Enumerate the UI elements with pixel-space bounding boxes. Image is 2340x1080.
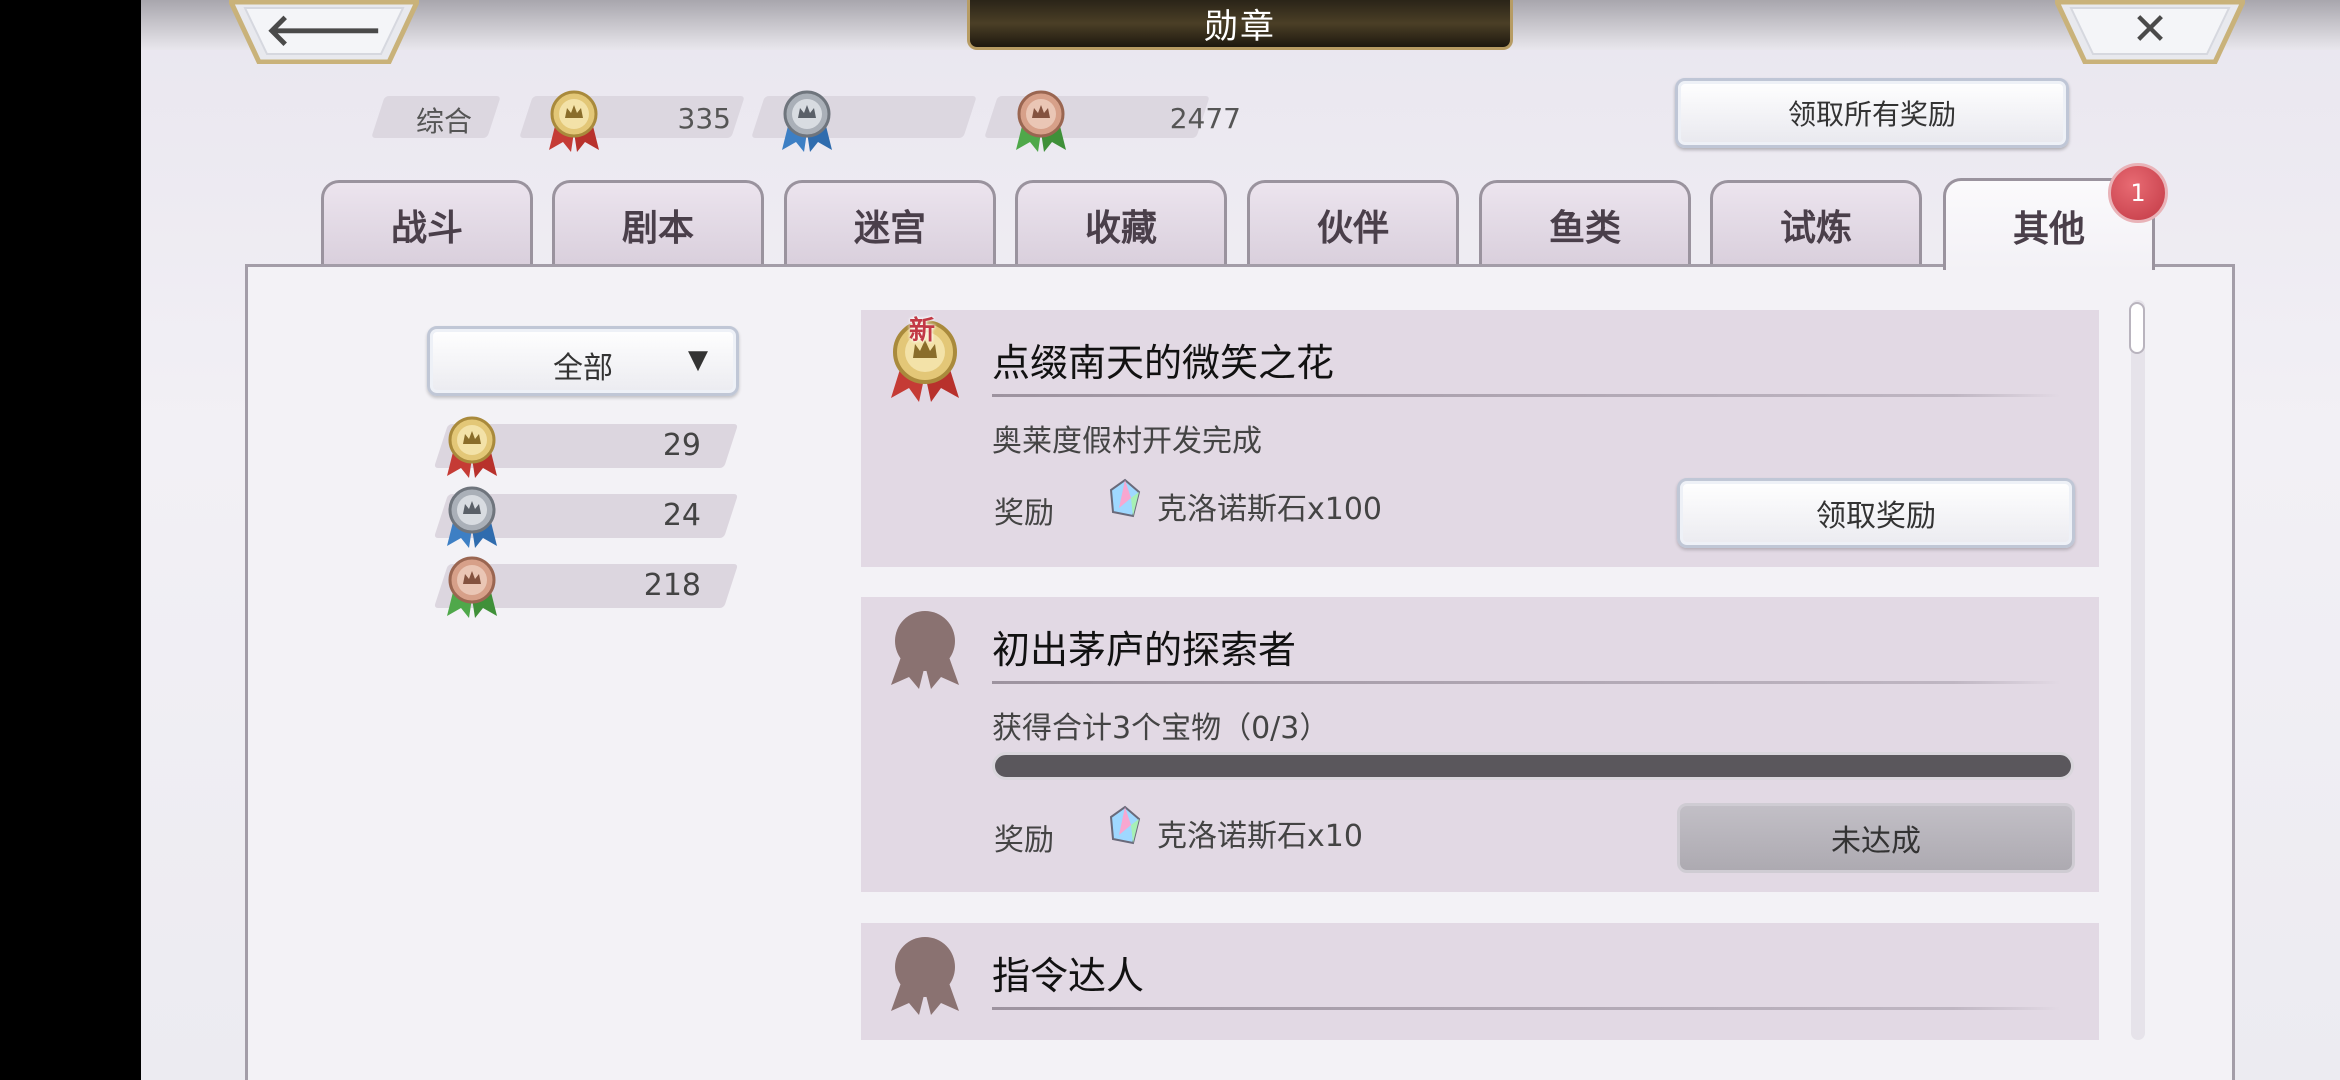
achievement-card: 初出茅庐的探索者 获得合计3个宝物（0/3） 奖励 克洛诺斯石x10 未达成	[861, 597, 2099, 892]
summary-label: 综合	[416, 105, 473, 138]
chronos-stone-icon	[1109, 805, 1141, 845]
tab-labyrinth[interactable]: 迷宫	[784, 180, 996, 266]
tab-collection[interactable]: 收藏	[1015, 180, 1227, 266]
gold-total: 335	[677, 102, 731, 135]
claim-all-button[interactable]: 领取所有奖励	[1675, 78, 2069, 148]
achievement-desc: 获得合计3个宝物（0/3）	[992, 711, 1330, 746]
back-arrow-icon: 🡐	[265, 5, 383, 56]
close-button[interactable]: ✕	[2055, 0, 2245, 64]
achievement-desc: 奥莱度假村开发完成	[992, 424, 1262, 459]
tab-trial[interactable]: 试炼	[1710, 180, 1922, 266]
medal-filter-dropdown[interactable]: 全部 ▼	[427, 326, 739, 396]
locked-medal-icon	[891, 937, 959, 1015]
reward-label: 奖励	[994, 823, 1054, 858]
notification-badge: 1	[2108, 163, 2168, 223]
left-black-bar	[0, 0, 141, 1080]
new-tag: 新	[909, 316, 936, 346]
achievement-title: 初出茅庐的探索者	[992, 628, 1297, 672]
bronze-total: 2477	[1169, 102, 1241, 135]
tab-fish[interactable]: 鱼类	[1479, 180, 1691, 266]
medal-screen: 🡐 勋章 ✕ 综合 335 397 2477 领取所有奖励	[141, 0, 2340, 1080]
scrollbar-thumb[interactable]	[2129, 302, 2145, 354]
gold-medal-icon	[447, 416, 497, 478]
reward-label: 奖励	[994, 496, 1054, 531]
reward-text: 克洛诺斯石x100	[1157, 492, 1383, 527]
not-achieved-button[interactable]: 未达成	[1677, 803, 2075, 873]
gold-filter-count: 29	[662, 428, 701, 463]
gold-medal-icon	[549, 90, 599, 152]
chevron-down-icon: ▼	[688, 345, 708, 375]
silver-medal-icon	[447, 486, 497, 548]
close-x-icon: ✕	[2131, 3, 2169, 55]
achievement-progress-bar	[992, 752, 2074, 780]
title-divider	[992, 394, 2060, 397]
reward-text: 克洛诺斯石x10	[1157, 819, 1363, 854]
scrollbar-track[interactable]	[2131, 300, 2145, 1040]
page-title: 勋章	[967, 0, 1513, 50]
bronze-filter-count: 218	[643, 568, 701, 603]
tab-script[interactable]: 剧本	[552, 180, 764, 266]
tab-battle[interactable]: 战斗	[321, 180, 533, 266]
achievement-card: 指令达人	[861, 923, 2099, 1040]
achievement-card: 新 点缀南天的微笑之花 奥莱度假村开发完成 奖励 克洛诺斯石x100 领取奖励	[861, 310, 2099, 567]
tab-companion[interactable]: 伙伴	[1247, 180, 1459, 266]
locked-medal-icon	[891, 611, 959, 689]
chronos-stone-icon	[1109, 478, 1141, 518]
back-button[interactable]: 🡐	[229, 0, 419, 64]
bronze-medal-icon	[1016, 90, 1066, 152]
silver-filter-count: 24	[662, 498, 701, 533]
title-divider	[992, 1007, 2060, 1010]
claim-reward-button[interactable]: 领取奖励	[1677, 478, 2075, 548]
achievement-title: 点缀南天的微笑之花	[992, 341, 1335, 385]
bronze-medal-icon	[447, 556, 497, 618]
silver-medal-icon	[782, 90, 832, 152]
title-divider	[992, 681, 2060, 684]
achievement-title: 指令达人	[992, 954, 1145, 998]
